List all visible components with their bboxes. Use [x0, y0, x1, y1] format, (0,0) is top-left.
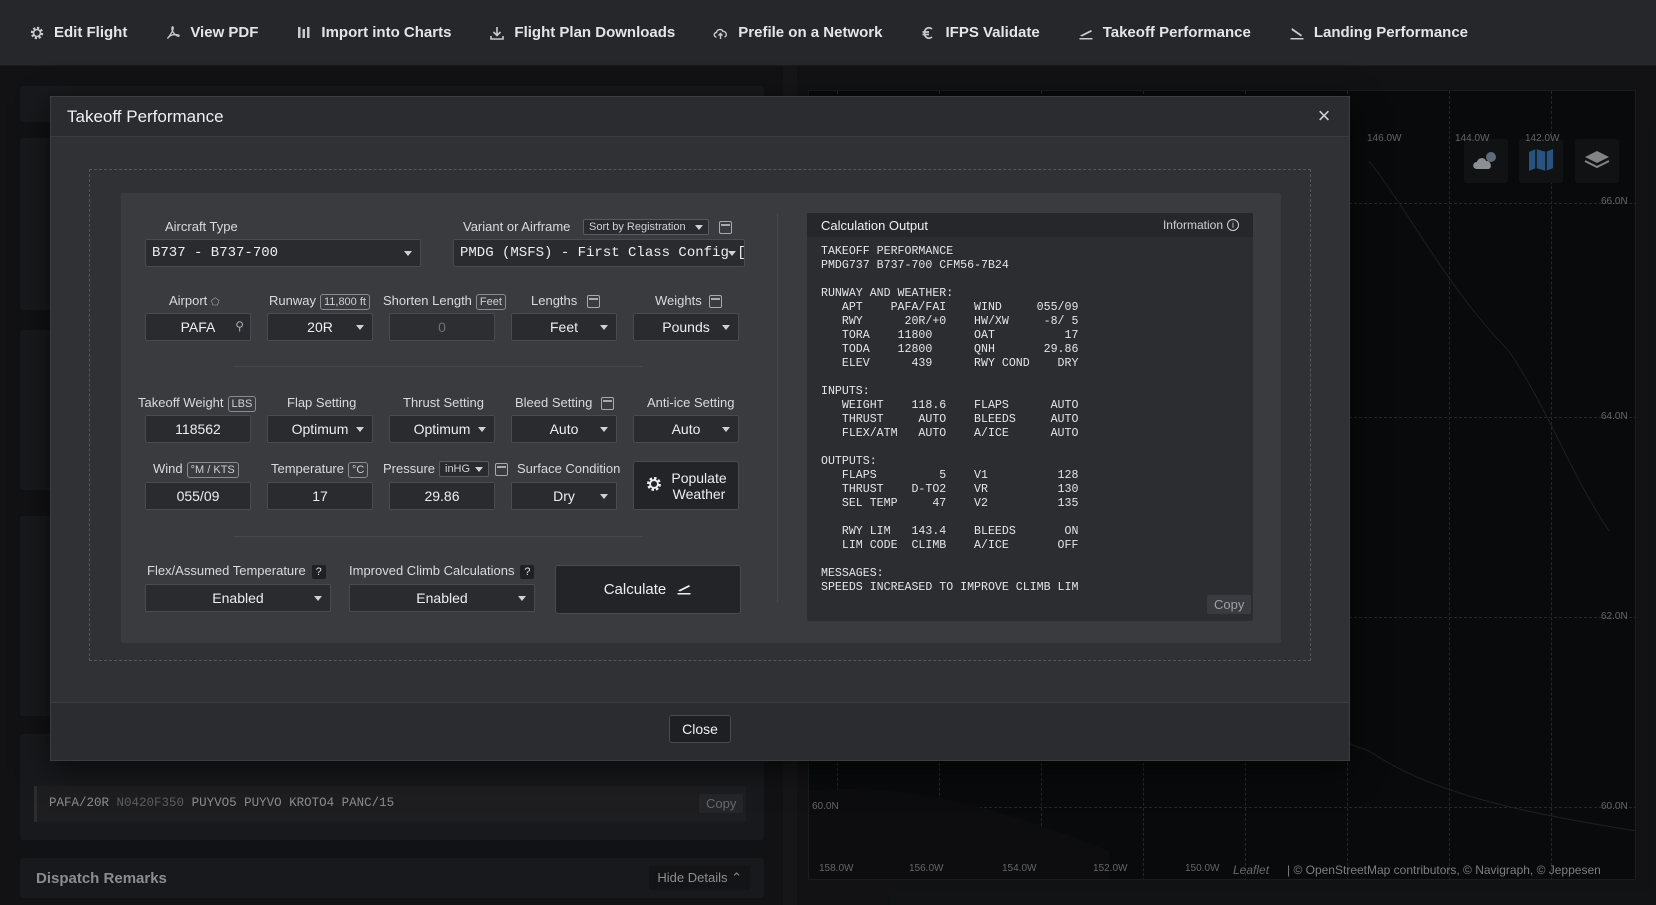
takeoff-icon	[676, 580, 692, 600]
download-icon	[488, 24, 506, 42]
modal-header: Takeoff Performance	[51, 97, 1349, 137]
output-title: Calculation Output	[821, 217, 928, 233]
import-charts-button[interactable]: Import into Charts	[295, 24, 451, 42]
pdf-icon	[164, 24, 182, 42]
column-divider	[777, 213, 778, 603]
output-text: TAKEOFF PERFORMANCE PMDG737 B737-700 CFM…	[821, 245, 1079, 594]
airport-label: Airport ⬠	[169, 293, 220, 308]
weights-select[interactable]: Pounds	[633, 313, 739, 341]
prefile-network-label: Prefile on a Network	[738, 24, 883, 41]
sort-select[interactable]: Sort by Registration	[583, 219, 709, 235]
help-icon[interactable]: ?	[520, 565, 535, 579]
takeoff-icon	[1077, 24, 1095, 42]
thrust-setting-select[interactable]: Optimum	[389, 415, 495, 443]
takeoff-performance-label: Takeoff Performance	[1102, 24, 1251, 41]
gear-icon	[645, 475, 663, 496]
ifps-validate-button[interactable]: IFPS Validate	[919, 24, 1040, 42]
airport-info-icon: ⬠	[210, 297, 220, 308]
divider	[233, 366, 643, 367]
takeoff-weight-label: Takeoff Weight LBS	[138, 395, 257, 412]
populate-weather-label: Populate Weather	[671, 469, 727, 502]
calendar-icon[interactable]	[587, 295, 600, 308]
cloud-upload-icon	[712, 24, 730, 42]
modal-body: Aircraft Type B737 - B737-700 Variant or…	[51, 137, 1349, 702]
anti-ice-label: Anti-ice Setting	[647, 395, 735, 410]
pressure-input[interactable]: 29.86	[389, 482, 495, 510]
divider	[233, 536, 643, 537]
search-icon: ⚲	[235, 319, 244, 333]
takeoff-performance-button[interactable]: Takeoff Performance	[1077, 24, 1251, 42]
wind-input[interactable]: 055/09	[145, 482, 251, 510]
takeoff-performance-modal: Takeoff Performance × Aircraft Type B737…	[50, 96, 1350, 761]
calculator-panel: Aircraft Type B737 - B737-700 Variant or…	[121, 193, 1281, 643]
calculate-button[interactable]: Calculate	[555, 565, 741, 614]
landing-performance-label: Landing Performance	[1313, 24, 1469, 41]
improved-climb-select[interactable]: Enabled	[349, 584, 535, 612]
output-copy-button[interactable]: Copy	[1207, 595, 1252, 614]
charts-icon	[295, 24, 313, 42]
surface-condition-select[interactable]: Dry	[511, 482, 617, 510]
calendar-icon[interactable]	[601, 397, 614, 410]
variant-label: Variant or Airframe	[463, 219, 571, 234]
runway-label: Runway 11,800 ft	[269, 293, 370, 310]
landing-icon	[1288, 24, 1306, 42]
flight-plan-downloads-button[interactable]: Flight Plan Downloads	[488, 24, 675, 42]
flex-temp-label: Flex/Assumed Temperature?	[147, 563, 326, 579]
flight-plan-downloads-label: Flight Plan Downloads	[514, 24, 676, 41]
aircraft-type-select[interactable]: B737 - B737-700	[145, 239, 421, 267]
surface-condition-label: Surface Condition	[517, 461, 621, 476]
information-link[interactable]: Information i	[1163, 218, 1239, 232]
aircraft-type-label: Aircraft Type	[165, 219, 238, 234]
shorten-length-input[interactable]: 0	[389, 313, 495, 341]
bleed-setting-label: Bleed Setting	[515, 395, 593, 410]
variant-select[interactable]: PMDG (MSFS) - First Class Config [c	[453, 239, 745, 267]
improved-climb-label: Improved Climb Calculations?	[349, 563, 535, 579]
gear-icon	[28, 24, 46, 42]
top-toolbar: Edit Flight View PDF Import into Charts …	[0, 0, 1656, 66]
calendar-icon[interactable]	[495, 463, 508, 476]
modal-footer: Close	[51, 702, 1349, 760]
calendar-icon[interactable]	[709, 295, 722, 308]
edit-flight-label: Edit Flight	[54, 24, 128, 41]
landing-performance-button[interactable]: Landing Performance	[1288, 24, 1468, 42]
temperature-input[interactable]: 17	[267, 482, 373, 510]
weights-label: Weights	[655, 293, 702, 308]
flap-setting-select[interactable]: Optimum	[267, 415, 373, 443]
pressure-label: Pressure	[383, 461, 436, 476]
view-pdf-button[interactable]: View PDF	[164, 24, 258, 42]
takeoff-weight-input[interactable]: 118562	[145, 415, 251, 443]
view-pdf-label: View PDF	[190, 24, 259, 41]
calculation-output: Calculation Output Information i TAKEOFF…	[807, 213, 1253, 621]
populate-weather-button[interactable]: Populate Weather	[633, 461, 739, 510]
wind-label: Wind °M / KTS	[153, 461, 239, 478]
anti-ice-select[interactable]: Auto	[633, 415, 739, 443]
euro-icon	[919, 24, 937, 42]
prefile-network-button[interactable]: Prefile on a Network	[712, 24, 882, 42]
close-button[interactable]: Close	[669, 715, 731, 743]
bleed-setting-select[interactable]: Auto	[511, 415, 617, 443]
calculate-label: Calculate	[603, 581, 667, 598]
output-header: Calculation Output Information i	[807, 213, 1253, 237]
import-charts-label: Import into Charts	[321, 24, 452, 41]
flex-temp-select[interactable]: Enabled	[145, 584, 331, 612]
ifps-validate-label: IFPS Validate	[945, 24, 1040, 41]
pressure-unit-select[interactable]: inHG	[439, 461, 489, 477]
lengths-select[interactable]: Feet	[511, 313, 617, 341]
temperature-label: Temperature °C	[271, 461, 369, 478]
close-icon[interactable]: ×	[1313, 105, 1335, 127]
info-icon: i	[1227, 219, 1239, 231]
help-icon[interactable]: ?	[311, 565, 326, 579]
lengths-label: Lengths	[531, 293, 578, 308]
runway-select[interactable]: 20R	[267, 313, 373, 341]
edit-flight-button[interactable]: Edit Flight	[28, 24, 127, 42]
shorten-length-label: Shorten Length Feet	[383, 293, 506, 310]
modal-title: Takeoff Performance	[67, 106, 224, 126]
calendar-icon[interactable]	[719, 221, 732, 234]
flap-setting-label: Flap Setting	[287, 395, 357, 410]
airport-input[interactable]: PAFA ⚲	[145, 313, 251, 341]
thrust-setting-label: Thrust Setting	[403, 395, 484, 410]
